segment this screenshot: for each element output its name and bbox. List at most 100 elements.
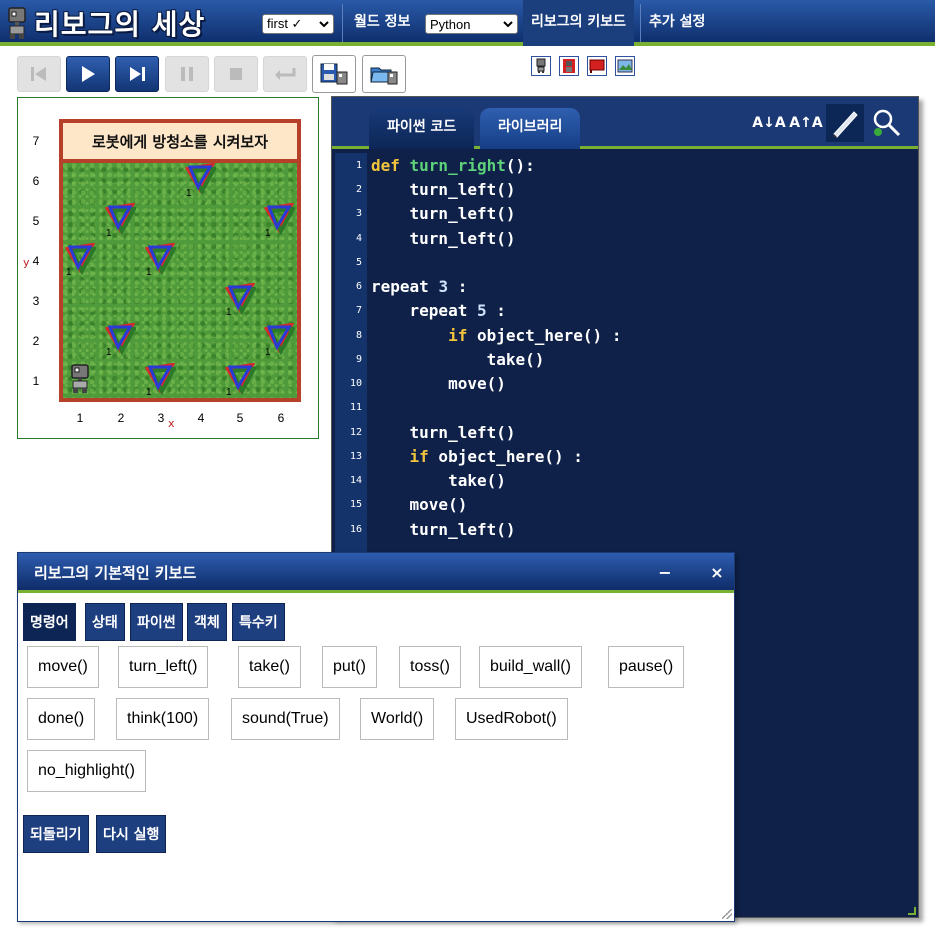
code-line[interactable]: turn_left() [371,178,516,202]
undo-button[interactable]: 되돌리기 [23,815,89,853]
editor-header: 파이썬 코드 라이브러리 A↓A A↑A [332,97,918,149]
object-count: 1 [106,347,112,358]
open-file-button[interactable] [362,55,406,93]
tab-python-code[interactable]: 파이썬 코드 [369,108,475,149]
code-line[interactable]: if object_here() : [371,445,583,469]
edit-pen-button[interactable] [826,104,864,142]
y-axis-tick: 2 [32,334,40,348]
line-number: 10 [349,378,362,389]
object-count: 1 [106,228,112,239]
tab-commands[interactable]: 명령어 [23,603,76,641]
nav-robot-keyboard[interactable]: 리보그의 키보드 [523,0,635,46]
save-robot-icon [320,63,348,85]
language-select-value: Python [430,16,471,32]
x-axis-tick: 4 [197,411,205,425]
command-button[interactable]: move() [27,646,99,688]
line-number: 1 [355,160,362,171]
open-folder-robot-icon [370,67,398,85]
y-axis-tick: 6 [32,174,40,188]
code-line[interactable]: take() [371,348,545,372]
code-token: turn_left() [371,229,516,248]
robot-tool-button[interactable] [531,56,551,76]
world-grid[interactable] [59,159,301,402]
code-line[interactable]: turn_left() [371,202,516,226]
tab-objects[interactable]: 객체 [187,603,227,641]
tab-python[interactable]: 파이썬 [130,603,183,641]
command-button[interactable]: sound(True) [231,698,340,740]
robot-logo-icon [8,7,26,39]
code-token: move() [371,374,506,393]
command-button[interactable]: World() [360,698,435,740]
minimize-icon[interactable]: − [655,553,675,593]
command-button[interactable]: toss() [399,646,461,688]
robot-remove-button[interactable] [559,56,579,76]
world-picture-button[interactable] [615,56,635,76]
nav-world-info[interactable]: 월드 정보 [346,0,418,46]
command-button[interactable]: put() [322,646,377,688]
tab-special-keys[interactable]: 특수키 [232,603,285,641]
code-token: object_here() : [467,326,622,345]
pause-button[interactable] [165,56,209,92]
close-icon[interactable]: × [707,553,727,593]
chevron-down-icon [503,21,513,28]
red-flag-icon [589,59,605,73]
line-number: 9 [355,354,362,365]
font-decrease-button[interactable]: A↓A [750,104,788,142]
code-line[interactable]: move() [371,493,468,517]
language-select[interactable]: Python [425,14,518,34]
command-button[interactable]: no_highlight() [27,750,146,792]
code-token: : [486,301,506,320]
logo-title: 리보그의 세상 [34,8,206,41]
x-axis-tick: 1 [76,411,84,425]
pen-icon [833,111,858,138]
dialog-resize-handle[interactable] [722,909,732,919]
code-line[interactable]: take() [371,469,506,493]
redo-button[interactable]: 다시 실행 [96,815,167,853]
line-number: 14 [349,475,362,486]
font-increase-button[interactable]: A↑A [787,104,825,142]
stop-button[interactable] [214,56,258,92]
line-number: 15 [349,499,362,510]
search-button[interactable] [867,104,905,142]
keyboard-dialog: 리보그의 기본적인 키보드 − × 명령어 상태 파이썬 객체 특수키 move… [17,552,735,922]
pause-icon [181,67,193,81]
run-button[interactable] [66,56,110,92]
command-button[interactable]: turn_left() [118,646,209,688]
code-token: def [371,156,410,175]
world-select[interactable]: first ✓ [262,14,334,34]
y-axis-tick: 3 [32,294,40,308]
world-edit-button[interactable] [587,56,607,76]
keyboard-dialog-titlebar[interactable]: 리보그의 기본적인 키보드 − × [18,553,734,593]
command-button[interactable]: take() [238,646,301,688]
code-line[interactable]: turn_left() [371,421,516,445]
code-line[interactable]: repeat 5 : [371,299,506,323]
tab-state[interactable]: 상태 [85,603,125,641]
skip-back-icon [31,67,46,81]
command-button[interactable]: pause() [608,646,685,688]
object-count: 1 [146,267,152,278]
code-line[interactable]: move() [371,372,506,396]
nav-more-settings[interactable]: 추가 설정 [641,0,713,46]
code-line[interactable]: turn_left() [371,227,516,251]
robot-delete-icon [563,59,575,73]
command-button[interactable]: done() [27,698,96,740]
step-button[interactable] [115,56,159,92]
code-line[interactable]: if object_here() : [371,324,621,348]
line-number: 8 [355,330,362,341]
reverse-step-button[interactable] [17,56,61,92]
reload-button[interactable] [263,56,307,92]
save-file-button[interactable] [312,55,356,93]
code-line[interactable]: repeat 3 : [371,275,467,299]
code-line[interactable]: def turn_right(): [371,154,535,178]
command-button[interactable]: UsedRobot() [455,698,568,740]
line-number: 5 [355,257,362,268]
command-button[interactable]: think(100) [116,698,210,740]
object-count: 1 [226,387,232,398]
command-button[interactable]: build_wall() [479,646,582,688]
line-number: 6 [355,281,362,292]
y-axis-tick: 1 [32,374,40,388]
tab-library[interactable]: 라이브러리 [480,108,581,149]
editor-resize-handle[interactable] [908,907,916,915]
code-line[interactable]: turn_left() [371,518,516,542]
